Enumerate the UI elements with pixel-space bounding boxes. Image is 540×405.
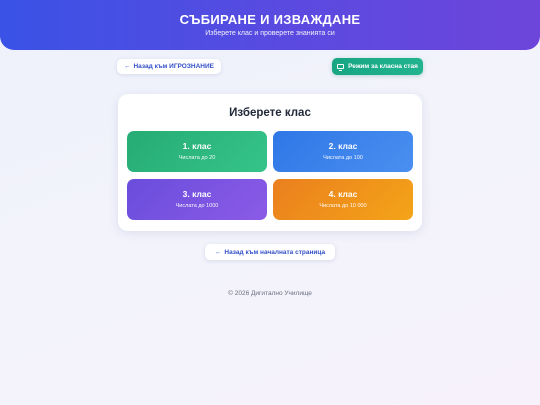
grade-name: 2. клас [328,141,358,151]
grade-name: 4. клас [328,189,358,199]
card-title: Изберете клас [229,107,311,119]
grade-1-button[interactable]: 1. клас Числата до 20 [127,131,267,172]
arrow-left-icon: ← [123,63,131,70]
back-to-home-label: Назад към началната страница [224,248,326,256]
grade-description: Числата до 10 000 [319,203,367,209]
page-title: СЪБИРАНЕ И ИЗВАЖДАНЕ [179,12,361,27]
grade-3-button[interactable]: 3. клас Числата до 1000 [127,179,267,220]
arrow-left-icon: ← [214,248,222,256]
back-to-games-label: Назад към ИГРОЗНАНИЕ [133,63,214,70]
grade-selection-card: Изберете клас 1. клас Числата до 20 2. к… [118,94,422,231]
classroom-mode-button[interactable]: Режим за класна стая [332,58,423,75]
grade-name: 3. клас [182,189,212,199]
grade-4-button[interactable]: 4. клас Числата до 10 000 [273,179,413,220]
grade-name: 1. клас [182,141,212,151]
monitor-icon [337,64,345,71]
page-header: СЪБИРАНЕ И ИЗВАЖДАНЕ Изберете клас и про… [0,0,540,50]
back-to-games-button[interactable]: ← Назад към ИГРОЗНАНИЕ [117,59,221,74]
back-to-home-button[interactable]: ← Назад към началната страница [205,244,335,260]
copyright-text: © 2026 Дигитално Училище [228,290,312,297]
grade-description: Числата до 20 [178,155,216,161]
page-subtitle: Изберете клас и проверете знанията си [205,30,335,37]
grade-description: Числата до 1000 [175,203,219,209]
grade-2-button[interactable]: 2. клас Числата до 100 [273,131,413,172]
classroom-mode-label: Режим за класна стая [348,63,418,70]
grade-description: Числата до 100 [323,155,363,161]
